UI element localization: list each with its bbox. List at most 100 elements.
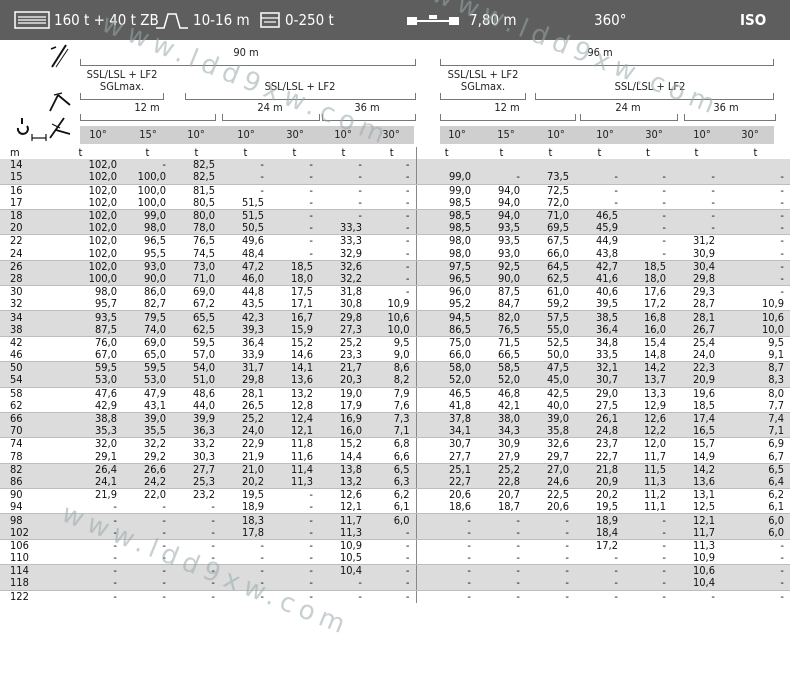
- load-cell: 24,1: [38, 476, 123, 490]
- load-cell: 100,0: [123, 196, 172, 210]
- table-row: 50 59,5 59,5 54,0 31,7 14,1 21,7 8,6 58,0 58,5 47,…: [0, 361, 790, 375]
- load-cell: 10,9: [721, 298, 790, 312]
- load-cell: 93,5: [38, 310, 123, 324]
- load-cell: 23,2: [172, 488, 221, 502]
- load-cell: 28,1: [221, 387, 270, 400]
- load-cell: 94,0: [477, 184, 526, 197]
- load-cell: 54,0: [172, 361, 221, 375]
- load-cell: 98,5: [415, 209, 477, 223]
- table-row: 28 100,0 90,0 71,0 46,0 18,0 32,2-96,5 90,0 62,5…: [0, 273, 790, 287]
- load-cell: -: [123, 513, 172, 527]
- table-row: 16 102,0 100,0 81,5- - - -99,0 94,0 72,5- - - -: [0, 184, 790, 197]
- load-cell: 25,3: [172, 476, 221, 490]
- load-cell: 79,5: [123, 310, 172, 324]
- load-cell: 90,0: [477, 273, 526, 287]
- load-cell: 10,0: [368, 323, 416, 337]
- load-cell: 18,5: [270, 260, 319, 273]
- angle-right-4: 10°: [596, 128, 614, 141]
- load-cell: -: [672, 222, 721, 236]
- load-cell: -: [123, 539, 172, 552]
- load-cell: 61,0: [526, 285, 575, 299]
- load-cell: 22,7: [415, 476, 477, 490]
- load-cell: 28,7: [672, 298, 721, 312]
- load-cell: 19,6: [672, 387, 721, 400]
- load-cell: 42,1: [477, 399, 526, 413]
- load-cell: 20,9: [575, 476, 624, 490]
- load-cell: 94,5: [415, 310, 477, 324]
- load-cell: 43,8: [575, 247, 624, 261]
- load-cell: 92,5: [477, 260, 526, 273]
- load-cell: 10,0: [721, 323, 790, 337]
- load-cell: 47,6: [38, 387, 123, 400]
- load-cell: 52,0: [477, 374, 526, 388]
- load-cell: 39,9: [172, 412, 221, 426]
- load-cell: 102,0: [38, 184, 123, 197]
- load-cell: 21,9: [38, 488, 123, 502]
- load-cell: 7,1: [721, 425, 790, 439]
- load-cell: 93,0: [477, 247, 526, 261]
- load-cell: 6,8: [368, 437, 416, 451]
- load-cell: 86,5: [415, 323, 477, 337]
- table-row: 22 102,0 96,5 76,5 49,6-33,3-98,0 93,5 67,5 44,…: [0, 234, 790, 248]
- counterweight-icon: [260, 12, 280, 28]
- load-cell: 94,0: [477, 196, 526, 210]
- load-cell: -: [270, 171, 319, 185]
- load-cell: 98,0: [123, 222, 172, 236]
- load-cell: -: [221, 171, 270, 185]
- table-row: 66 38,8 39,0 39,9 25,2 12,4 16,9 7,3 37,8 38,0 39,…: [0, 412, 790, 426]
- load-cell: 48,6: [172, 387, 221, 400]
- load-cell: 33,3: [319, 222, 368, 236]
- load-cell: 40,0: [526, 399, 575, 413]
- load-cell: 25,2: [319, 336, 368, 349]
- load-cell: -: [575, 184, 624, 197]
- load-cell: 6,1: [721, 501, 790, 515]
- load-cell: -: [38, 539, 123, 552]
- load-cell: 17,4: [672, 412, 721, 426]
- load-cell: 6,4: [721, 476, 790, 490]
- load-cell: -: [624, 196, 672, 210]
- angle-left-3: 10°: [187, 128, 205, 141]
- load-cell: 95,2: [415, 298, 477, 312]
- load-cell: 13,2: [319, 476, 368, 490]
- load-cell: 32,2: [123, 437, 172, 451]
- load-cell: 39,3: [221, 323, 270, 337]
- radius-cell: 74: [0, 437, 38, 451]
- load-cell: -: [319, 184, 368, 197]
- load-cell: 8,7: [721, 361, 790, 375]
- load-cell: 12,2: [624, 425, 672, 439]
- load-cell: 42,9: [38, 399, 123, 413]
- load-cell: 6,5: [721, 463, 790, 476]
- table-row: 18 102,0 99,0 80,0 51,5- - -98,5 94,0 71,0 46,5- -…: [0, 209, 790, 223]
- load-cell: 7,3: [368, 412, 416, 426]
- load-cell: 66,5: [477, 349, 526, 363]
- load-cell: -: [526, 564, 575, 578]
- load-cell: 24,0: [221, 425, 270, 439]
- load-cell: -: [721, 552, 790, 566]
- load-cell: -: [368, 273, 416, 287]
- load-cell: 30,8: [319, 298, 368, 312]
- load-cell: 102,0: [38, 196, 123, 210]
- load-cell: -: [368, 247, 416, 261]
- load-cell: 30,7: [575, 374, 624, 388]
- load-cell: 55,0: [526, 323, 575, 337]
- radius-cell: 42: [0, 336, 38, 349]
- jib-c-left: 36 m: [354, 101, 380, 114]
- capacity-group: 160 t + 40 t ZB: [14, 0, 159, 40]
- load-cell: -: [415, 526, 477, 540]
- load-cell: 14,2: [624, 361, 672, 375]
- load-cell: 57,0: [172, 349, 221, 363]
- radius-cell: 94: [0, 501, 38, 515]
- load-cell: 47,9: [123, 387, 172, 400]
- load-cell: 10,6: [721, 310, 790, 324]
- load-cell: 93,0: [123, 260, 172, 273]
- load-cell: 10,9: [672, 552, 721, 566]
- load-cell: -: [172, 590, 221, 603]
- load-cell: 17,8: [221, 526, 270, 540]
- load-cell: -: [575, 590, 624, 603]
- load-cell: -: [721, 247, 790, 261]
- load-cell: 11,3: [270, 476, 319, 490]
- unit-cell: t: [575, 147, 624, 160]
- load-cell: 26,7: [672, 323, 721, 337]
- load-cell: 18,5: [624, 260, 672, 273]
- table-row: 42 76,0 69,0 59,5 36,4 15,2 25,2 9,5 75,0 71,5 52,…: [0, 336, 790, 349]
